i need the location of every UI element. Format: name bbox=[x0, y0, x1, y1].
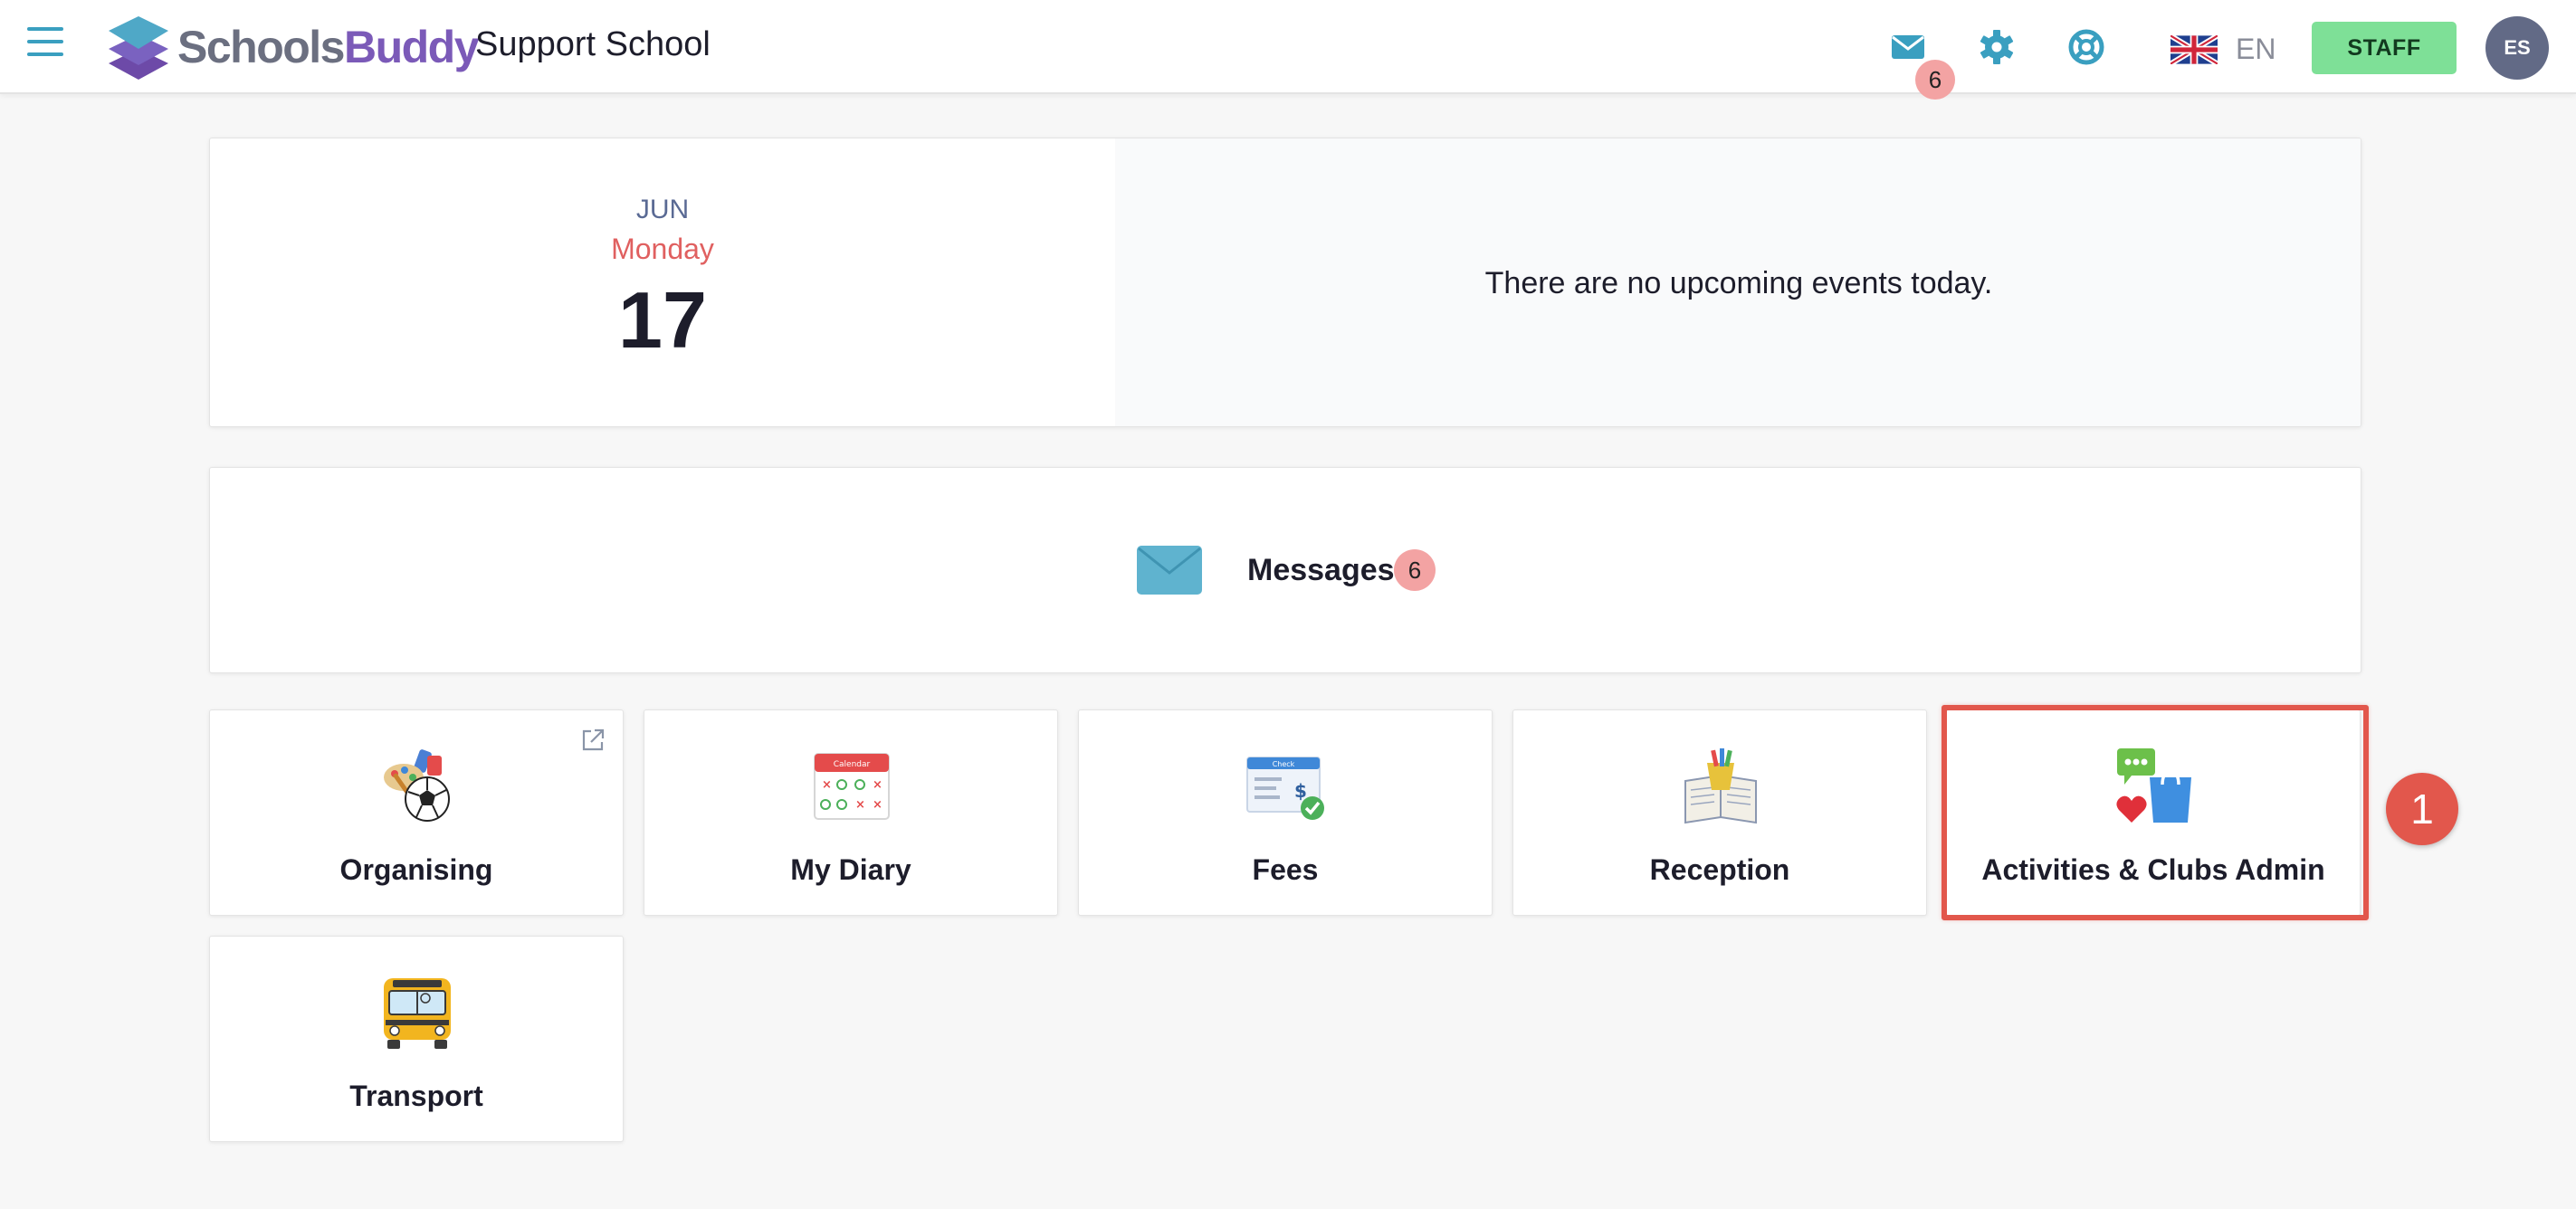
date-day-number: 17 bbox=[618, 275, 707, 365]
calendar-icon: Calendar × × × × bbox=[814, 753, 890, 820]
svg-text:×: × bbox=[822, 778, 832, 792]
schoolsbuddy-logo[interactable]: SchoolsBuddy bbox=[107, 13, 480, 81]
user-avatar[interactable]: ES bbox=[2485, 16, 2549, 80]
svg-text:×: × bbox=[873, 778, 883, 792]
svg-text:×: × bbox=[873, 798, 883, 812]
tile-reception[interactable]: Reception bbox=[1512, 709, 1927, 916]
external-link-icon[interactable] bbox=[579, 727, 606, 754]
mail-icon[interactable] bbox=[1888, 27, 1928, 67]
svg-text:Calendar: Calendar bbox=[834, 760, 871, 769]
tile-activities-clubs-admin[interactable]: Activities & Clubs Admin bbox=[1946, 709, 2361, 916]
messages-label: Messages bbox=[1247, 553, 1395, 587]
logo-layers-icon bbox=[109, 16, 168, 80]
svg-text:Check: Check bbox=[1273, 760, 1295, 768]
cheque-icon: Check $ bbox=[1246, 757, 1324, 820]
organising-icon bbox=[384, 749, 450, 822]
language-selector[interactable]: EN bbox=[2171, 33, 2275, 66]
tile-transport[interactable]: Transport bbox=[209, 936, 624, 1142]
school-name: Support School bbox=[475, 25, 711, 63]
svg-text:×: × bbox=[855, 798, 865, 812]
events-panel: There are no upcoming events today. bbox=[1115, 138, 2361, 426]
mail-count-badge: 6 bbox=[1915, 60, 1955, 100]
tile-fees[interactable]: Check $ Fees bbox=[1078, 709, 1493, 916]
tile-label: Fees bbox=[1252, 853, 1319, 886]
gear-icon[interactable] bbox=[1977, 27, 2017, 67]
staff-role-button[interactable]: STAFF bbox=[2312, 22, 2457, 74]
language-label: EN bbox=[2236, 33, 2276, 65]
no-events-message: There are no upcoming events today. bbox=[1484, 265, 1993, 300]
top-navigation-bar: SchoolsBuddy Support School 6 EN STAFF E… bbox=[0, 0, 2576, 100]
envelope-icon bbox=[1137, 546, 1202, 595]
tile-label: Transport bbox=[349, 1080, 483, 1112]
date-month: JUN bbox=[635, 195, 690, 224]
tile-label: Reception bbox=[1649, 853, 1790, 886]
uk-flag-icon bbox=[2171, 34, 2218, 64]
logo-wordmark: SchoolsBuddy bbox=[177, 22, 480, 72]
tile-label: Activities & Clubs Admin bbox=[1981, 853, 2325, 886]
svg-text:$: $ bbox=[1294, 780, 1307, 802]
school-bus-icon bbox=[384, 978, 451, 1049]
today-card: JUN Monday 17 There are no upcoming even… bbox=[209, 138, 2361, 427]
date-panel: JUN Monday 17 bbox=[210, 138, 1115, 426]
tile-my-diary[interactable]: Calendar × × × × My Diary bbox=[644, 709, 1058, 916]
tutorial-step-badge: 1 bbox=[2386, 773, 2458, 845]
messages-card[interactable]: Messages 6 bbox=[209, 467, 2361, 673]
activities-icon bbox=[2116, 748, 2191, 823]
menu-hamburger-icon[interactable] bbox=[27, 27, 63, 63]
tile-label: My Diary bbox=[790, 853, 911, 886]
tile-label: Organising bbox=[339, 853, 493, 886]
date-weekday: Monday bbox=[611, 233, 714, 265]
tile-organising[interactable]: Organising bbox=[209, 709, 624, 916]
reception-icon bbox=[1684, 748, 1757, 824]
messages-count-badge: 6 bbox=[1394, 549, 1436, 591]
help-lifebuoy-icon[interactable] bbox=[2066, 27, 2106, 67]
